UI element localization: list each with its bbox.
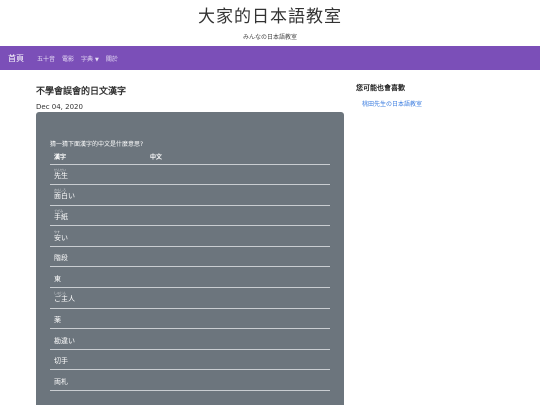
quiz-question: 猜一猜下面漢字的中文是什麼意思? (50, 141, 144, 148)
kanji-cell: 階段 (50, 246, 146, 268)
table-row: 薬 (50, 308, 330, 330)
kanji-table-body: せんせい 先生 おもしろ 面白い でがみ 手紙 やす 安い階段東しゅじん ご主人薬勘違い切手両札 (50, 164, 330, 405)
kanji-cell: おもしろ 面白い (50, 184, 146, 206)
nav-item-dictionary-dropdown[interactable]: 字典 ▼ (81, 54, 99, 63)
nav-item-gojuon[interactable]: 五十音 (37, 54, 55, 63)
post-title: 不學會誤會的日文漢字 (36, 87, 127, 97)
post-main: 不學會誤會的日文漢字 Dec 04, 2020 (36, 84, 344, 111)
chinese-cell (146, 205, 330, 227)
sidebar-title: 您可能也會喜歡 (356, 84, 405, 92)
kanji-cell (50, 390, 146, 405)
kanji-cell: せんせい 先生 (50, 164, 146, 186)
table-row: せんせい 先生 (50, 164, 330, 186)
nav-item-about[interactable]: 關於 (106, 54, 118, 63)
chinese-cell (146, 225, 330, 247)
nav-home-link[interactable]: 首頁 (8, 53, 24, 64)
table-row (50, 390, 330, 405)
site-header: 大家的日本語教室 みんなの日本語教室 (0, 0, 540, 46)
kanji-text: 安い (54, 233, 68, 242)
table-row: 階段 (50, 246, 330, 268)
nav-item-dictionary-label: 字典 (81, 55, 94, 63)
kanji-text: 手紙 (54, 212, 68, 221)
chinese-cell (146, 349, 330, 371)
kanji-cell: でがみ 手紙 (50, 205, 146, 227)
kanji-text: 切手 (54, 357, 68, 366)
kanji-cell: しゅじん ご主人 (50, 287, 146, 309)
sidebar: 您可能也會喜歡 桃田先生の日本語教室 (356, 83, 526, 108)
kanji-cell: 両札 (50, 369, 146, 392)
chinese-cell (146, 287, 330, 309)
chinese-cell (146, 308, 330, 330)
column-header-kanji: 漢字 (50, 150, 146, 165)
kanji-cell: 東 (50, 266, 146, 289)
table-header-row: 漢字 中文 (50, 150, 330, 165)
kanji-cell: 勘違い (50, 328, 146, 350)
chinese-cell (146, 184, 330, 206)
table-row: おもしろ 面白い (50, 184, 330, 206)
kanji-text: 先生 (54, 171, 68, 180)
column-header-chinese: 中文 (146, 150, 330, 165)
post-date: Dec 04, 2020 (36, 103, 83, 111)
table-row: でがみ 手紙 (50, 205, 330, 227)
main-navbar: 首頁 五十音 電影 字典 ▼ 關於 (0, 46, 540, 70)
kanji-text: ご主人 (54, 295, 75, 304)
table-row: 切手 (50, 349, 330, 371)
furigana-text (54, 399, 146, 403)
kanji-text: 東 (54, 274, 61, 283)
kanji-cell: 切手 (50, 349, 146, 371)
site-subtitle: みんなの日本語教室 (242, 34, 297, 41)
kanji-text: 面白い (54, 192, 75, 201)
chinese-cell (146, 328, 330, 350)
chinese-cell (146, 164, 330, 186)
related-link[interactable]: 桃田先生の日本語教室 (362, 99, 526, 108)
table-row: 東 (50, 266, 330, 289)
chinese-cell (146, 390, 330, 405)
kanji-text: 階段 (54, 254, 68, 263)
kanji-cell: 薬 (50, 308, 146, 330)
quiz-card: 猜一猜下面漢字的中文是什麼意思? 漢字 中文 せんせい 先生 おもしろ 面白い でがみ手… (36, 112, 344, 405)
table-row: 勘違い (50, 328, 330, 350)
table-row: やす 安い (50, 225, 330, 247)
nav-item-movies[interactable]: 電影 (62, 54, 74, 63)
table-row: 両札 (50, 369, 330, 392)
kanji-text: 両札 (54, 377, 68, 386)
table-row: しゅじん ご主人 (50, 287, 330, 309)
chinese-cell (146, 369, 330, 392)
kanji-table: 漢字 中文 せんせい 先生 おもしろ 面白い でがみ 手紙 やす 安い階段東しゅじん ご主人薬勘… (50, 150, 330, 405)
chinese-cell (146, 246, 330, 268)
kanji-cell: やす 安い (50, 225, 146, 247)
kanji-text: 薬 (54, 315, 61, 324)
chinese-cell (146, 266, 330, 289)
site-title[interactable]: 大家的日本語教室 (0, 6, 540, 28)
caret-down-icon: ▼ (95, 56, 99, 63)
kanji-text: 勘違い (54, 336, 75, 345)
